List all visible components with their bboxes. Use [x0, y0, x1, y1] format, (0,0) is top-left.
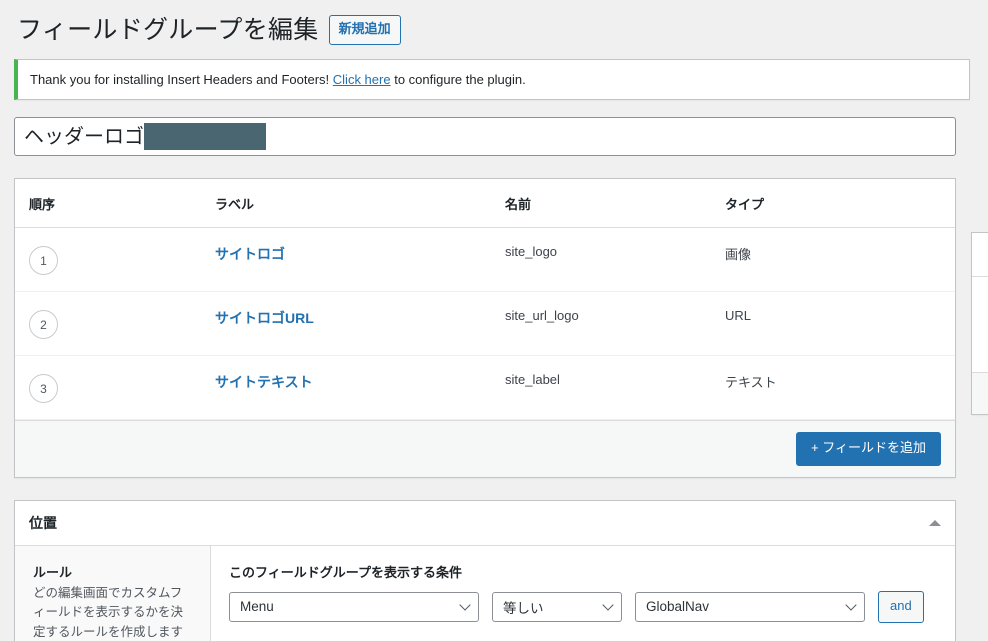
- fields-table-head: 順序 ラベル 名前 タイプ: [15, 179, 955, 228]
- row-label-cell: サイトロゴURL: [215, 291, 505, 356]
- publish-box-header: [972, 233, 988, 277]
- table-row[interactable]: 1 サイトロゴ site_logo 画像: [15, 227, 955, 292]
- order-badge: 2: [29, 310, 58, 339]
- rules-main-title: このフィールドグループを表示する条件: [229, 564, 462, 580]
- page-title: フィールドグループを編集: [17, 16, 319, 44]
- main-column: ヘッダーロゴ 順序 ラベル 名前 タイプ 1 サイトロゴ site_logo 画…: [14, 117, 956, 641]
- location-panel: 位置 ルール どの編集画面でカスタムフィールドを表示するかを決定するルールを作成…: [14, 499, 956, 641]
- title-input-value: ヘッダーロゴ: [24, 125, 144, 148]
- fields-table: 順序 ラベル 名前 タイプ 1 サイトロゴ site_logo 画像 2 サイト…: [15, 179, 955, 420]
- title-row: ヘッダーロゴ: [15, 123, 266, 150]
- row-order-cell: 2: [15, 291, 215, 356]
- order-badge: 1: [29, 246, 58, 275]
- notice-text-after: to configure the plugin.: [394, 71, 526, 87]
- add-new-button[interactable]: 新規追加: [328, 15, 401, 46]
- order-badge: 3: [29, 374, 58, 403]
- content-wrapper: ヘッダーロゴ 順序 ラベル 名前 タイプ 1 サイトロゴ site_logo 画…: [0, 117, 988, 641]
- rule-param-value: Menu: [240, 599, 274, 615]
- rules-sidebar-title: ルール: [33, 564, 73, 580]
- sidebar-column: [971, 232, 988, 415]
- chevron-down-icon: [602, 599, 614, 611]
- publish-box-body: [972, 277, 988, 372]
- table-row[interactable]: 2 サイトロゴURL site_url_logo URL: [15, 291, 955, 356]
- column-header-order: 順序: [15, 179, 215, 228]
- row-type-cell: 画像: [725, 227, 955, 292]
- chevron-down-icon: [845, 599, 857, 611]
- caret-up-icon[interactable]: [929, 519, 941, 526]
- page-header: フィールドグループを編集 新規追加: [0, 0, 988, 59]
- rule-and-button[interactable]: and: [878, 590, 924, 623]
- wp-admin-page: フィールドグループを編集 新規追加 Thank you for installi…: [0, 0, 988, 641]
- publish-box-footer: [972, 372, 988, 414]
- fields-panel-footer: + フィールドを追加: [15, 420, 955, 477]
- row-type-cell: テキスト: [725, 355, 955, 420]
- or-label: または: [229, 637, 941, 641]
- notice-link[interactable]: Click here: [333, 72, 391, 87]
- table-header-row: 順序 ラベル 名前 タイプ: [15, 179, 955, 228]
- row-order-cell: 3: [15, 355, 215, 420]
- location-panel-title: 位置: [29, 514, 57, 531]
- row-label-cell: サイトロゴ: [215, 227, 505, 292]
- row-name-cell: site_url_logo: [505, 291, 725, 356]
- chevron-down-icon: [459, 599, 471, 611]
- rule-row: Menu 等しい GlobalNav and: [229, 590, 941, 623]
- location-panel-header: 位置: [15, 501, 955, 546]
- fields-panel: 順序 ラベル 名前 タイプ 1 サイトロゴ site_logo 画像 2 サイト…: [14, 178, 956, 478]
- publish-box: [971, 232, 988, 415]
- fields-table-body: 1 サイトロゴ site_logo 画像 2 サイトロゴURL site_url…: [15, 227, 955, 420]
- rules-sidebar-description: どの編集画面でカスタムフィールドを表示するかを決定するルールを作成します: [33, 585, 184, 639]
- field-label-link[interactable]: サイトテキスト: [215, 374, 313, 390]
- rules-sidebar: ルール どの編集画面でカスタムフィールドを表示するかを決定するルールを作成します: [15, 545, 211, 641]
- row-name-cell: site_logo: [505, 227, 725, 292]
- text-selection-highlight: [144, 123, 266, 150]
- rules-main: このフィールドグループを表示する条件 Menu 等しい GlobalNav an…: [211, 545, 955, 641]
- row-label-cell: サイトテキスト: [215, 355, 505, 420]
- rule-operator-select[interactable]: 等しい: [492, 591, 622, 622]
- add-field-button[interactable]: + フィールドを追加: [796, 432, 941, 466]
- table-row[interactable]: 3 サイトテキスト site_label テキスト: [15, 355, 955, 420]
- rule-target-value: GlobalNav: [646, 599, 710, 615]
- notice-text-before: Thank you for installing Insert Headers …: [30, 71, 330, 87]
- column-header-type: タイプ: [725, 179, 955, 228]
- rule-operator-value: 等しい: [503, 600, 544, 616]
- row-order-cell: 1: [15, 227, 215, 292]
- field-group-title-input[interactable]: ヘッダーロゴ: [14, 117, 956, 156]
- location-panel-body: ルール どの編集画面でカスタムフィールドを表示するかを決定するルールを作成します…: [15, 545, 955, 641]
- row-type-cell: URL: [725, 291, 955, 356]
- field-label-link[interactable]: サイトロゴ: [215, 246, 285, 262]
- row-name-cell: site_label: [505, 355, 725, 420]
- rule-param-select[interactable]: Menu: [229, 591, 479, 622]
- rule-target-select[interactable]: GlobalNav: [635, 591, 865, 622]
- field-label-link[interactable]: サイトロゴURL: [215, 310, 314, 326]
- plugin-notice: Thank you for installing Insert Headers …: [14, 58, 970, 100]
- column-header-name: 名前: [505, 179, 725, 228]
- column-header-label: ラベル: [215, 179, 505, 228]
